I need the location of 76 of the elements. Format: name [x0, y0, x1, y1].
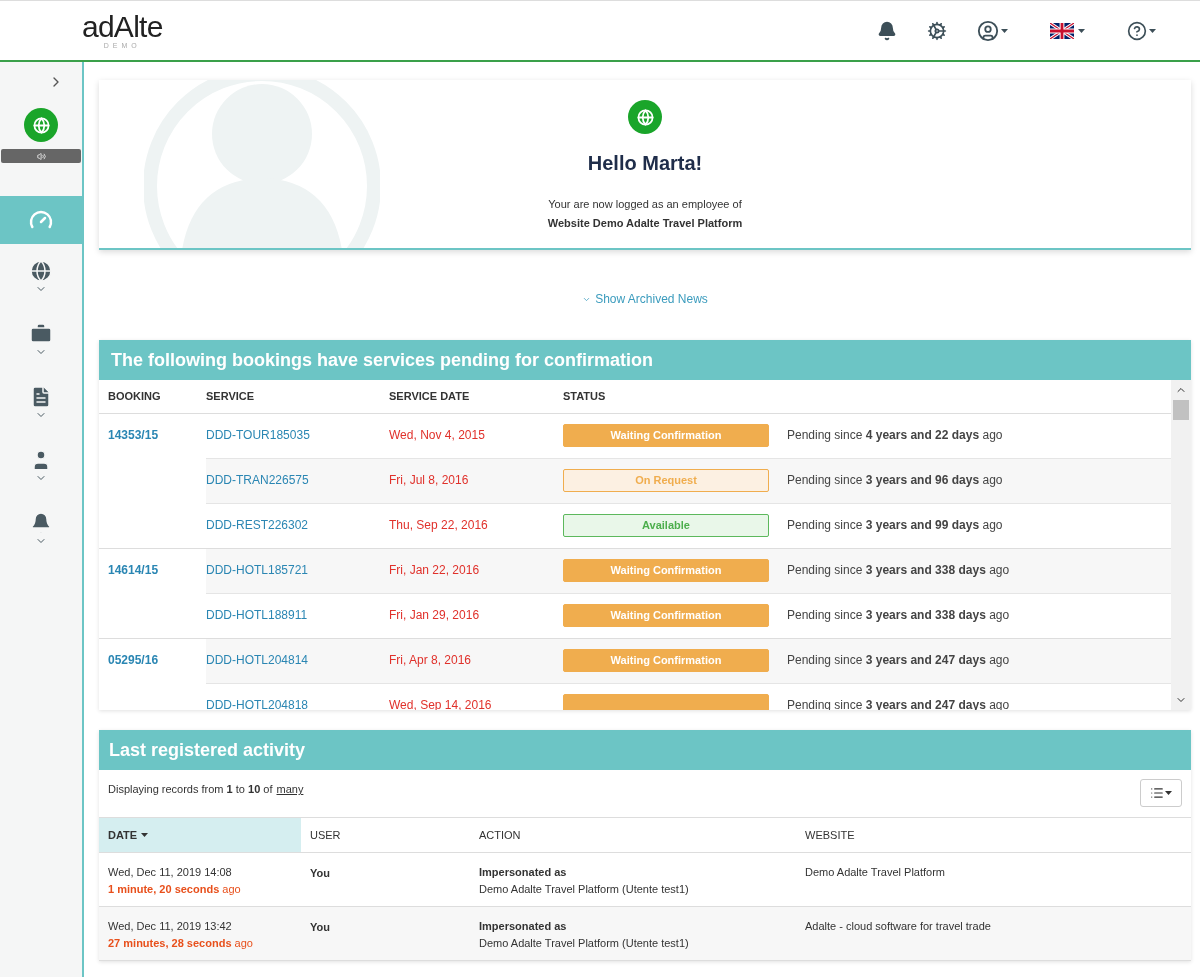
pending-text: Pending since 3 years and 99 days ago: [787, 517, 1003, 532]
column-header: BOOKING: [99, 380, 206, 413]
column-header: STATUS: [563, 380, 787, 413]
column-header[interactable]: WEBSITE: [796, 818, 1191, 853]
pending-text: Pending since 3 years and 338 days ago: [787, 607, 1010, 622]
column-header: SERVICE: [206, 380, 389, 413]
bell-icon: [877, 20, 897, 41]
activity-date: Wed, Dec 11, 2019 13:42: [108, 919, 233, 934]
website-name: Demo Adalte Travel Platform: [805, 866, 945, 878]
settings-icon: [927, 20, 947, 41]
bell-icon: [29, 511, 53, 535]
help-icon: [1127, 20, 1147, 41]
panel-header: The following bookings have services pending for confirmation: [99, 340, 1191, 380]
subtitle-text: Your are now logged as an employee of: [548, 197, 742, 212]
avatar-silhouette-icon: [144, 80, 380, 248]
column-header[interactable]: USER: [301, 818, 470, 853]
greeting-title: Hello Marta!: [587, 151, 703, 176]
caret-icon: [1149, 28, 1156, 33]
status-badge: Waiting Confirmation: [563, 648, 769, 672]
caret-icon: [141, 833, 149, 837]
globe-icon: [24, 108, 58, 142]
service-link[interactable]: DDD-HOTL204814: [206, 652, 309, 667]
globe-icon: [628, 100, 662, 134]
activity-date: Wed, Dec 11, 2019 14:08: [108, 865, 233, 880]
service-date: Fri, Jan 29, 2016: [389, 607, 480, 622]
website-name: Adalte - cloud software for travel trade: [805, 920, 991, 932]
uk-flag-icon: [1050, 22, 1074, 39]
pending-text: Pending since 4 years and 22 days ago: [787, 427, 1003, 442]
column-header: SERVICE DATE: [389, 380, 563, 413]
user-name: You: [310, 921, 330, 933]
pending-text: Pending since 3 years and 247 days ago: [787, 652, 1010, 667]
action-title: Impersonated as: [479, 865, 568, 880]
booking-link[interactable]: 05295/16: [108, 652, 159, 667]
company-name: Website Demo Adalte Travel Platform: [547, 215, 743, 231]
pending-text: Pending since 3 years and 338 days ago: [787, 562, 1010, 577]
service-link[interactable]: DDD-HOTL204818: [206, 697, 309, 710]
service-link[interactable]: DDD-HOTL185721: [206, 562, 309, 577]
service-link[interactable]: DDD-TRAN226575: [206, 472, 309, 487]
action-detail: Demo Adalte Travel Platform (Utente test1): [479, 935, 690, 951]
records-link[interactable]: many: [276, 781, 304, 798]
service-link[interactable]: DDD-TOUR185035: [206, 427, 310, 442]
status-badge: On Request: [563, 468, 769, 492]
scrollbar[interactable]: [1171, 380, 1191, 710]
elapsed-time: 27 minutes, 28 seconds ago: [108, 935, 254, 951]
status-badge: Available: [563, 513, 769, 537]
user-icon: [977, 19, 999, 42]
records-text: Displaying records from 1 to 10 of: [108, 782, 273, 797]
status-badge: Waiting Confirmation: [563, 558, 769, 582]
service-date: Fri, Apr 8, 2016: [389, 652, 472, 667]
booking-link[interactable]: 14353/15: [108, 427, 159, 442]
service-date: Thu, Sep 22, 2016: [389, 517, 488, 532]
user-name: You: [310, 867, 330, 879]
service-date: Wed, Nov 4, 2015: [389, 427, 485, 442]
archived-news-link[interactable]: Show Archived News: [582, 290, 708, 308]
globe-icon: [29, 259, 53, 283]
speaker-icon: [36, 151, 46, 161]
status-badge: Waiting Confirmation: [563, 423, 769, 447]
action-title: Impersonated as: [479, 919, 568, 934]
service-date: Fri, Jul 8, 2016: [389, 472, 469, 487]
elapsed-time: 1 minute, 20 seconds ago: [108, 881, 242, 897]
action-detail: Demo Adalte Travel Platform (Utente test1): [479, 881, 690, 897]
column-header[interactable]: ACTION: [470, 818, 796, 853]
booking-link[interactable]: 14614/15: [108, 562, 159, 577]
status-badge: Waiting Confirmation: [563, 603, 769, 627]
caret-icon: [1165, 791, 1172, 795]
service-date: Fri, Jan 22, 2016: [389, 562, 480, 577]
service-link[interactable]: DDD-HOTL188911: [206, 607, 308, 622]
column-header[interactable]: DATE: [99, 818, 301, 853]
caret-icon: [1001, 28, 1008, 33]
scroll-thumb[interactable]: [1173, 400, 1189, 420]
list-icon: [1150, 786, 1164, 800]
column-chooser-button[interactable]: [1140, 779, 1182, 807]
pending-text: Pending since 3 years and 96 days ago: [787, 472, 1003, 487]
panel-header: Last registered activity: [99, 730, 1191, 770]
caret-icon: [1078, 28, 1085, 33]
service-link[interactable]: DDD-REST226302: [206, 517, 309, 532]
